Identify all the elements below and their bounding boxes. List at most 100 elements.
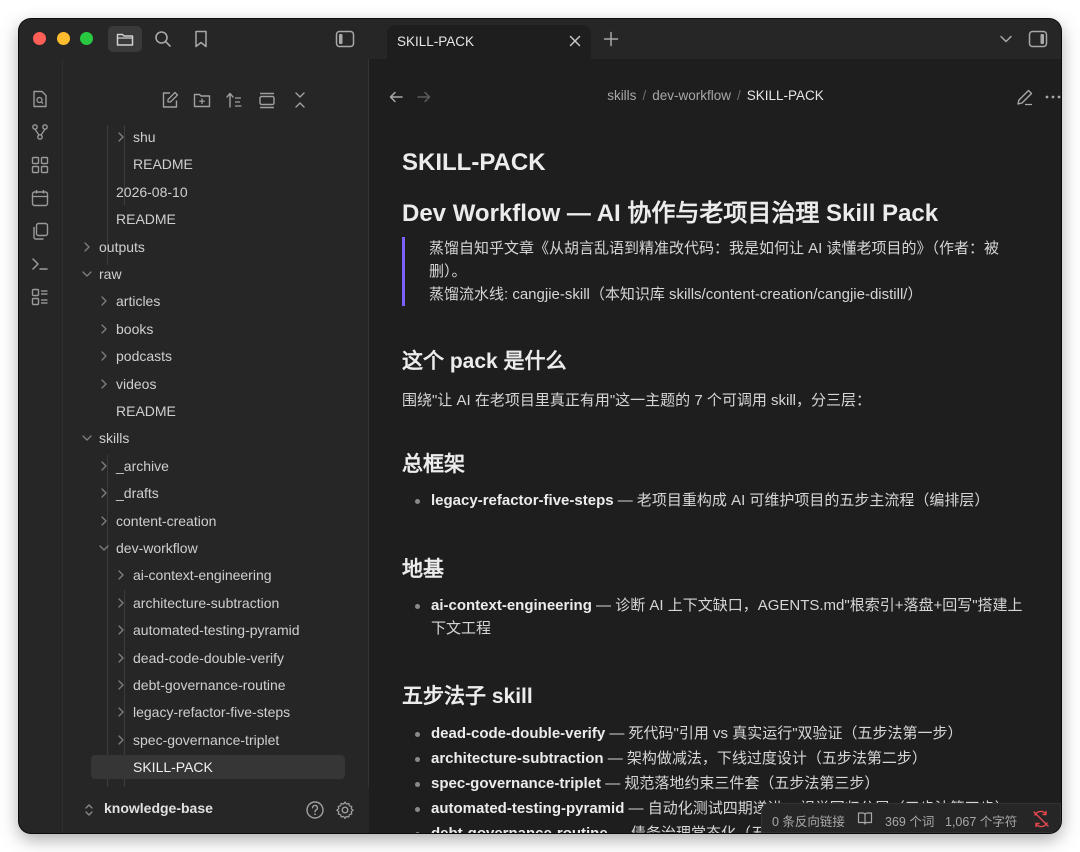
skill-description: — 老项目重构成 AI 可维护项目的五步主流程（编排层） — [613, 492, 990, 509]
tree-folder[interactable]: legacy-refactor-five-steps — [118, 700, 290, 724]
zoom-window-button[interactable] — [80, 32, 93, 45]
title-bar: SKILL-PACK — [19, 19, 1061, 59]
reading-mode-book-icon[interactable] — [857, 810, 873, 826]
chevron-right-icon[interactable] — [98, 454, 110, 478]
section-heading-framework: 总框架 — [402, 453, 465, 476]
chevron-right-icon[interactable] — [115, 700, 127, 724]
tree-folder[interactable]: shu — [118, 125, 156, 149]
tree-folder[interactable]: spec-governance-triplet — [118, 728, 279, 752]
tree-file[interactable]: README — [133, 152, 193, 176]
bookmark-icon[interactable] — [189, 28, 213, 50]
tab-skill-pack[interactable]: SKILL-PACK — [387, 25, 591, 59]
vault-switcher[interactable]: knowledge-base — [63, 787, 369, 833]
tree-folder[interactable]: videos — [101, 372, 156, 396]
tree-folder[interactable]: podcasts — [101, 344, 173, 368]
edit-pencil-icon[interactable] — [1016, 88, 1034, 106]
chevron-right-icon[interactable] — [98, 289, 110, 313]
tree-folder[interactable]: books — [101, 317, 153, 341]
tree-folder[interactable]: content-creation — [101, 509, 217, 533]
tree-folder[interactable]: ai-context-engineering — [118, 563, 272, 587]
chevron-right-icon[interactable] — [115, 563, 127, 587]
tree-item-label: dead-code-double-verify — [133, 649, 284, 666]
tree-folder[interactable]: dead-code-double-verify — [118, 646, 284, 670]
tree-folder[interactable]: _drafts — [101, 481, 159, 505]
file-tree: shu README 2026-08-10 README outputs raw artic… — [63, 125, 369, 811]
chevron-down-icon[interactable] — [81, 426, 93, 450]
close-tab-icon[interactable] — [567, 33, 583, 49]
chevron-right-icon[interactable] — [98, 372, 110, 396]
tree-item-label: automated-testing-pyramid — [133, 622, 300, 639]
toggle-left-sidebar-icon[interactable] — [333, 28, 357, 50]
graph-icon[interactable] — [31, 123, 49, 141]
calendar-icon[interactable] — [31, 189, 49, 207]
chevron-down-icon[interactable] — [81, 262, 93, 286]
chevron-right-icon[interactable] — [98, 344, 110, 368]
tree-folder[interactable]: skills — [82, 426, 129, 450]
tree-folder[interactable]: debt-governance-routine — [118, 673, 286, 697]
help-icon[interactable] — [305, 800, 325, 820]
breadcrumb-item[interactable]: dev-workflow — [652, 88, 731, 103]
minimize-window-button[interactable] — [57, 32, 70, 45]
section-heading-what: 这个 pack 是什么 — [402, 350, 567, 373]
new-note-icon[interactable] — [161, 91, 179, 109]
chevron-right-icon[interactable] — [115, 673, 127, 697]
tree-folder[interactable]: architecture-subtraction — [118, 591, 280, 615]
file-explorer-icon[interactable] — [108, 26, 142, 52]
intro-paragraph: 围绕"让 AI 在老项目里真正有用"这一主题的 7 个可调用 skill，分三层… — [402, 392, 872, 409]
chevron-right-icon[interactable] — [115, 591, 127, 615]
breadcrumb-current[interactable]: SKILL-PACK — [747, 88, 824, 103]
list-item: dead-code-double-verify — 死代码"引用 vs 真实运行… — [402, 722, 1032, 745]
new-tab-icon[interactable] — [599, 28, 623, 50]
backlinks-count[interactable]: 0 条反向链接 — [772, 811, 845, 830]
collapse-all-icon[interactable] — [291, 91, 309, 109]
tree-file[interactable]: SKILL-PACK — [91, 755, 345, 780]
chevron-right-icon[interactable] — [98, 481, 110, 505]
chevron-right-icon[interactable] — [115, 125, 127, 149]
tree-folder[interactable]: raw — [82, 262, 122, 286]
document-heading: Dev Workflow — AI 协作与老项目治理 Skill Pack — [402, 200, 939, 227]
settings-gear-icon[interactable] — [335, 800, 355, 820]
search-icon[interactable] — [151, 28, 175, 50]
tree-item-label: architecture-subtraction — [133, 594, 280, 611]
skill-description: — 死代码"引用 vs 真实运行"双验证（五步法第一步） — [605, 725, 963, 742]
chevron-right-icon[interactable] — [98, 509, 110, 533]
tree-file[interactable]: 2026-08-10 — [116, 180, 188, 204]
tree-folder[interactable]: automated-testing-pyramid — [118, 618, 300, 642]
tree-file[interactable]: README — [116, 399, 176, 423]
tab-list-chevron-down-icon[interactable] — [994, 28, 1018, 50]
tree-file[interactable]: README — [116, 207, 176, 231]
breadcrumb-item[interactable]: skills — [607, 88, 636, 103]
new-folder-icon[interactable] — [193, 91, 211, 109]
chevron-down-icon[interactable] — [98, 536, 110, 560]
chevron-right-icon[interactable] — [115, 646, 127, 670]
close-window-button[interactable] — [33, 32, 46, 45]
canvas-icon[interactable] — [31, 156, 49, 174]
chevron-right-icon[interactable] — [115, 728, 127, 752]
vault-name: knowledge-base — [104, 800, 213, 816]
tree-folder[interactable]: _archive — [101, 454, 169, 478]
section-heading-steps: 五步法子 skill — [402, 685, 533, 708]
skill-name: dead-code-double-verify — [431, 725, 606, 742]
list-item: spec-governance-triplet — 规范落地约束三件套（五步法第… — [402, 772, 1032, 795]
tree-folder[interactable]: articles — [101, 289, 160, 313]
tree-item-label: raw — [99, 266, 122, 282]
chevron-right-icon[interactable] — [98, 317, 110, 341]
tree-folder[interactable]: outputs — [84, 235, 145, 259]
list-item: architecture-subtraction — 架构做减法，下线过度设计（… — [402, 747, 1032, 770]
auto-reveal-icon[interactable] — [258, 91, 276, 109]
chevron-right-icon[interactable] — [81, 235, 93, 259]
search-file-icon[interactable] — [31, 90, 49, 108]
word-count: 369 个词 — [885, 815, 935, 829]
tree-item-label: content-creation — [116, 512, 217, 529]
templates-icon[interactable] — [31, 288, 49, 306]
more-options-icon[interactable] — [1044, 88, 1061, 106]
sync-disabled-icon[interactable] — [1032, 810, 1050, 828]
terminal-icon[interactable] — [31, 255, 49, 273]
tree-item-label: podcasts — [116, 348, 173, 365]
copy-icon[interactable] — [31, 222, 49, 240]
chevron-right-icon[interactable] — [115, 618, 127, 642]
sort-icon[interactable] — [225, 91, 243, 109]
tree-folder[interactable]: dev-workflow — [99, 536, 198, 560]
skill-name: legacy-refactor-five-steps — [431, 492, 614, 509]
toggle-right-sidebar-icon[interactable] — [1026, 28, 1050, 50]
